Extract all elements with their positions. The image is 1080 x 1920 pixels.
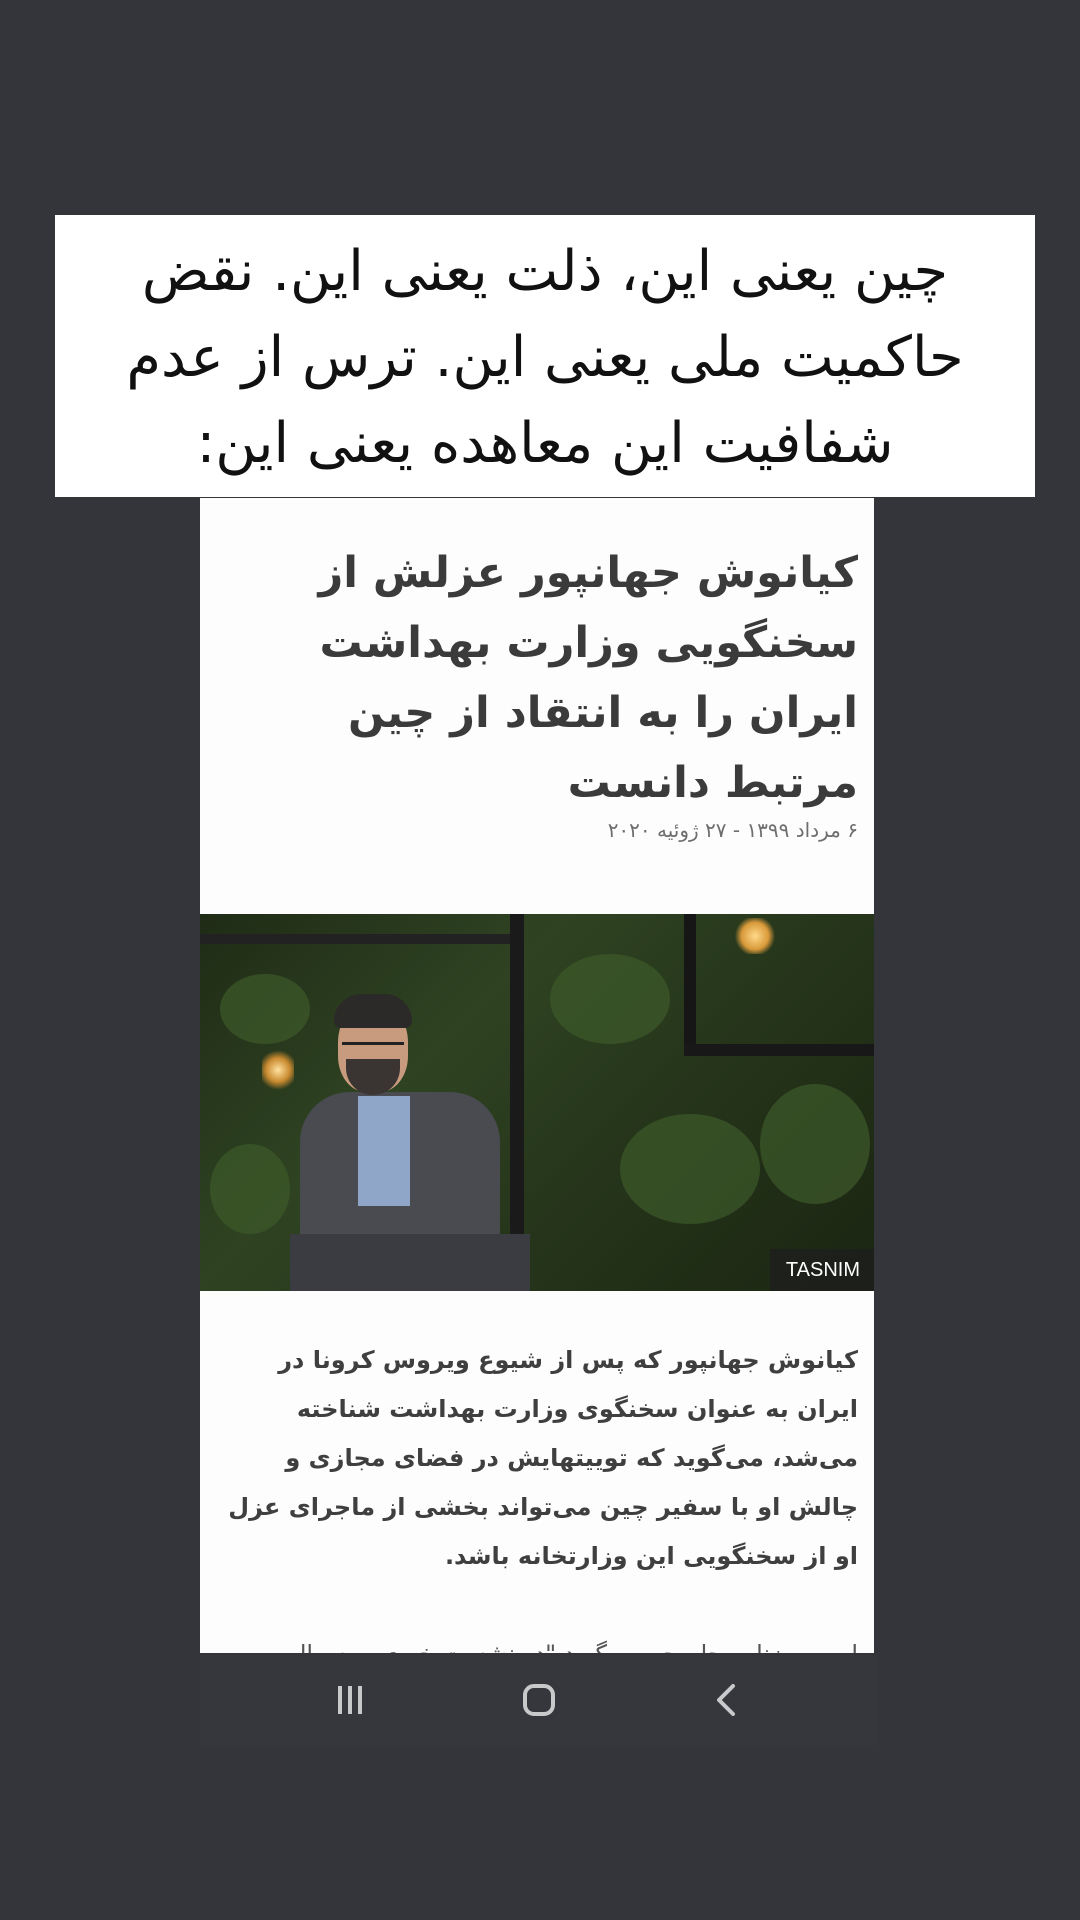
article-screenshot: کیانوش جهانپور عزلش از سخنگویی وزارت بهد… xyxy=(200,498,874,1653)
recent-apps-icon xyxy=(338,1686,362,1714)
recent-apps-button[interactable] xyxy=(320,1675,380,1725)
lamp-light xyxy=(262,1049,294,1091)
article-body: کیانوش جهانپور که پس از شیوع ویروس کرونا… xyxy=(228,1346,858,1570)
back-icon xyxy=(717,1684,735,1716)
caption-text: چین یعنی این، ذلت یعنی این. نقض حاکمیت م… xyxy=(126,239,964,476)
article-date: ۶ مرداد ۱۳۹۹ - ۲۷ ژوئیه ۲۰۲۰ xyxy=(607,818,858,842)
android-navigation-bar xyxy=(200,1655,878,1745)
back-button[interactable] xyxy=(697,1675,757,1725)
lamp-light xyxy=(735,918,775,954)
article-body-cut: او به روزنامه جام جم می‌گوید "در نشست خب… xyxy=(222,1630,858,1653)
article-headline: کیانوش جهانپور عزلش از سخنگویی وزارت بهد… xyxy=(318,548,858,808)
article-photo: TASNIM xyxy=(200,914,874,1291)
home-button[interactable] xyxy=(509,1675,569,1725)
photo-credit: TASNIM xyxy=(769,1249,874,1291)
caption-overlay: چین یعنی این، ذلت یعنی این. نقض حاکمیت م… xyxy=(55,215,1035,497)
home-icon xyxy=(523,1684,555,1716)
